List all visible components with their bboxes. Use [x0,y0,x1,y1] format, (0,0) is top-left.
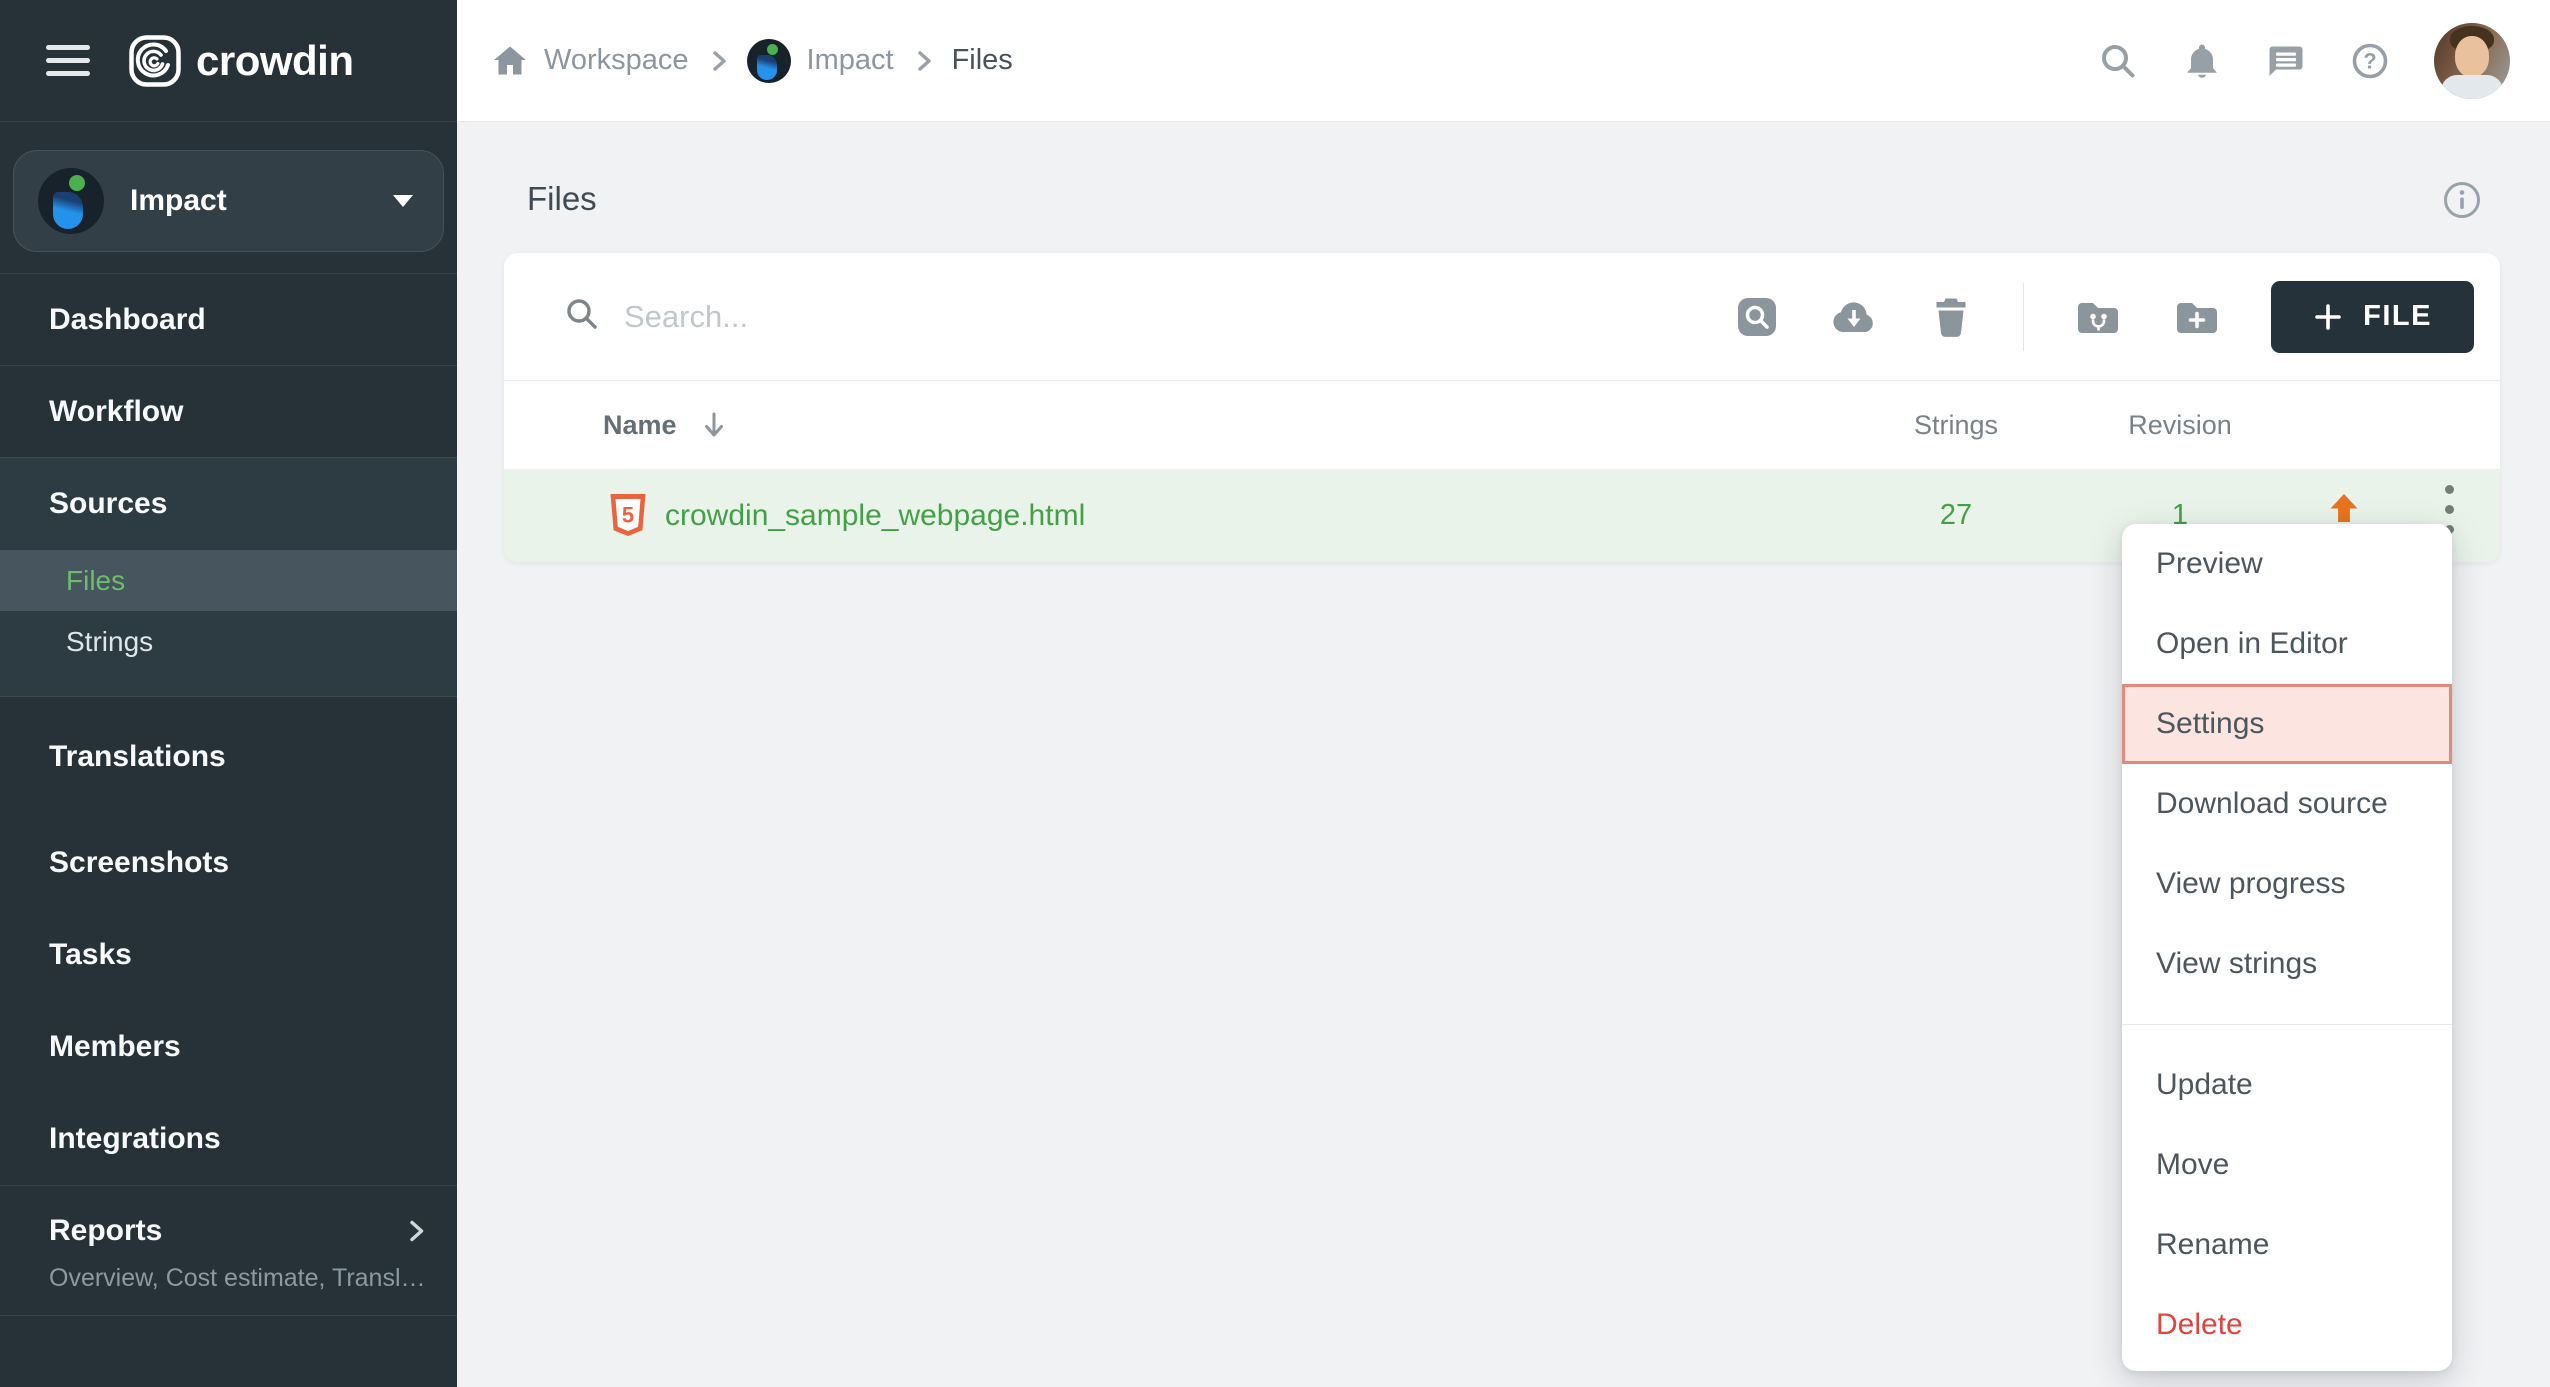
project-avatar [38,168,104,234]
download-cloud-icon[interactable] [1829,294,1879,340]
crowdin-logo-icon [128,34,182,88]
messages-chat-icon[interactable] [2266,41,2306,81]
svg-text:?: ? [2363,48,2376,73]
sidebar-item-members[interactable]: Members [0,1001,457,1093]
sidebar-item-workflow[interactable]: Workflow [0,365,457,457]
topbar-actions: ? [2098,23,2510,99]
project-name: Impact [130,184,393,218]
add-file-button[interactable]: FILE [2271,281,2474,353]
files-toolbar: FILE [504,253,2500,381]
menu-item-move[interactable]: Move [2122,1125,2452,1205]
file-name[interactable]: crowdin_sample_webpage.html [665,469,1085,562]
sidebar: crowdin Impact Dashboard Workflow Source… [0,0,457,1387]
file-strings-count: 27 [1876,469,2036,562]
sidebar-item-translations[interactable]: Translations [0,697,457,817]
sidebar-item-screenshots[interactable]: Screenshots [0,817,457,909]
menu-item-update[interactable]: Update [2122,1045,2452,1125]
sidebar-item-sources[interactable]: Sources [0,458,457,550]
user-avatar[interactable] [2434,23,2510,99]
plus-icon [2313,302,2343,332]
search-field-icon [564,296,600,337]
breadcrumb-project-icon [747,39,791,83]
column-header-name[interactable]: Name [603,410,677,441]
html5-file-icon: 5 [609,493,647,542]
search-input[interactable] [624,299,1734,335]
page-title: Files [527,180,597,218]
delete-trash-icon[interactable] [1928,294,1974,340]
crowdin-logo[interactable]: crowdin [128,34,354,88]
hamburger-menu-icon[interactable] [46,45,90,76]
notifications-bell-icon[interactable] [2182,41,2222,81]
sidebar-item-files[interactable]: Files [0,550,457,611]
file-context-menu: Preview Open in Editor Settings Download… [2122,524,2452,1371]
sidebar-nav: Dashboard Workflow Sources Files Strings… [0,273,457,1316]
reports-subtitle: Overview, Cost estimate, Transl… [0,1264,457,1293]
home-icon[interactable] [492,43,528,79]
sidebar-item-integrations[interactable]: Integrations [0,1093,457,1185]
menu-item-settings[interactable]: Settings [2122,684,2452,764]
menu-item-download-source[interactable]: Download source [2122,764,2452,844]
sidebar-item-reports[interactable]: Reports Overview, Cost estimate, Transl… [0,1185,457,1316]
breadcrumb-current-files: Files [952,44,1013,77]
menu-item-delete[interactable]: Delete [2122,1285,2452,1365]
breadcrumb-project[interactable]: Impact [807,44,894,77]
svg-text:5: 5 [622,503,634,528]
topbar: Workspace Impact Files ? [457,0,2550,122]
sidebar-item-tasks[interactable]: Tasks [0,909,457,1001]
add-file-button-label: FILE [2363,300,2432,333]
menu-item-view-progress[interactable]: View progress [2122,844,2452,924]
sidebar-item-strings[interactable]: Strings [0,611,457,672]
menu-item-open-in-editor[interactable]: Open in Editor [2122,604,2452,684]
add-folder-icon[interactable] [2172,294,2222,340]
toolbar-actions: FILE [1734,281,2474,353]
page-header: Files [457,122,2550,220]
column-header-strings[interactable]: Strings [1876,381,2036,469]
files-card: FILE Name Strings Revision 5 crowdin_sam… [504,253,2500,562]
column-header-revision[interactable]: Revision [2100,381,2260,469]
sidebar-header: crowdin [0,0,457,122]
menu-item-preview[interactable]: Preview [2122,524,2452,604]
breadcrumb-separator-icon [707,49,731,73]
search-icon[interactable] [2098,41,2138,81]
menu-item-rename[interactable]: Rename [2122,1205,2452,1285]
project-selector[interactable]: Impact [13,150,444,252]
menu-item-view-strings[interactable]: View strings [2122,924,2452,1004]
info-icon[interactable] [2442,180,2482,220]
sidebar-item-dashboard[interactable]: Dashboard [0,273,457,365]
sort-descending-icon[interactable] [701,411,727,439]
sidebar-section-sources: Sources Files Strings [0,457,457,697]
table-header: Name Strings Revision [504,381,2500,469]
breadcrumb-workspace[interactable]: Workspace [544,44,689,77]
preview-zoom-icon[interactable] [1734,294,1780,340]
breadcrumb-separator-icon [912,49,936,73]
toolbar-divider [2023,283,2024,351]
chevron-right-icon [403,1218,429,1244]
branch-folder-icon[interactable] [2073,294,2123,340]
help-icon[interactable]: ? [2350,41,2390,81]
crowdin-logo-text: crowdin [196,37,354,85]
chevron-down-icon [393,195,413,207]
menu-divider [2122,1024,2452,1025]
